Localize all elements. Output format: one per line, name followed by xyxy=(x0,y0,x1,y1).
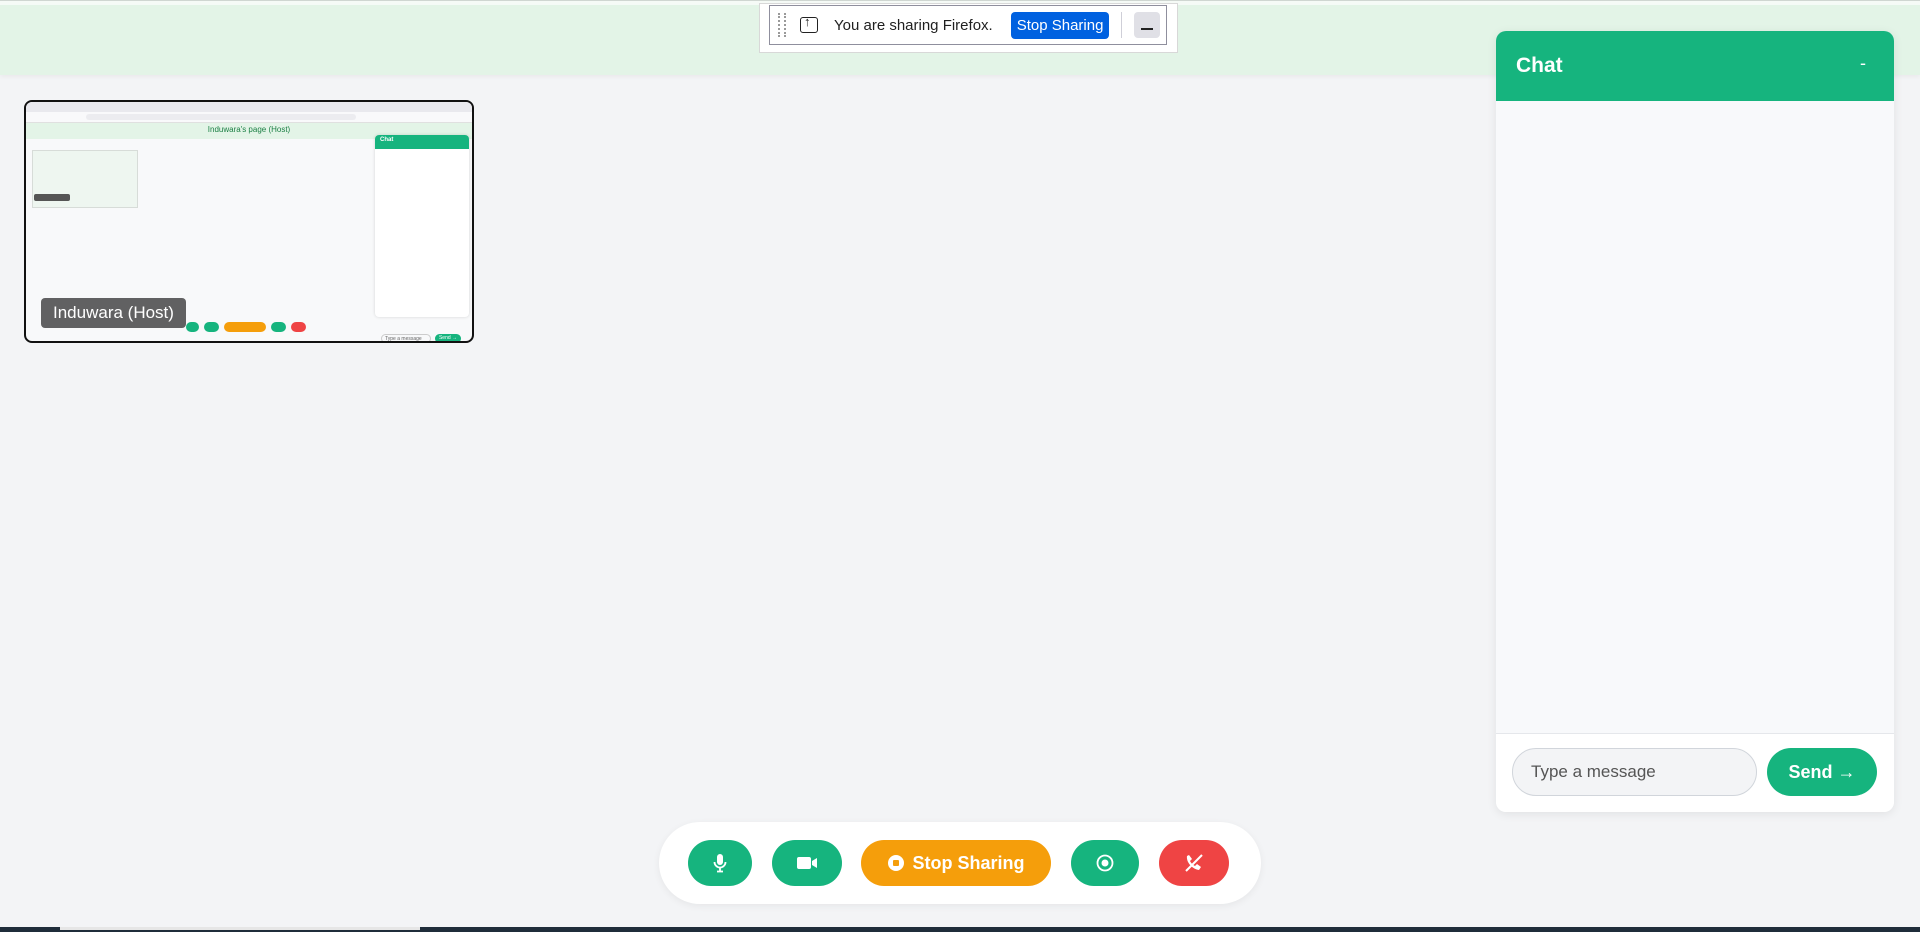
taskbar-active-item xyxy=(60,927,420,930)
shared-screen-end-button xyxy=(291,322,306,332)
end-call-button[interactable] xyxy=(1159,840,1229,886)
chat-header: Chat - xyxy=(1496,31,1894,101)
chat-title: Chat xyxy=(1516,54,1563,77)
record-button[interactable] xyxy=(1071,840,1139,886)
shared-screen-record-button xyxy=(271,322,286,332)
sharing-indicator: You are sharing Firefox. Stop Sharing xyxy=(760,4,1177,52)
stop-icon xyxy=(887,855,904,871)
record-icon xyxy=(1096,854,1114,872)
chat-send-button[interactable]: Send → xyxy=(1767,748,1877,796)
video-tile[interactable]: Induwara's page (Host) Chat Type a messa… xyxy=(24,100,474,343)
camera-button[interactable] xyxy=(772,840,842,886)
microphone-button[interactable] xyxy=(688,840,752,886)
participant-name-label: Induwara (Host) xyxy=(41,298,186,328)
shared-screen-chat-header: Chat xyxy=(375,135,469,149)
video-camera-icon xyxy=(797,857,817,869)
microphone-icon xyxy=(713,854,727,873)
indicator-stop-sharing-button[interactable]: Stop Sharing xyxy=(1010,11,1110,39)
shared-screen-nested-label xyxy=(34,194,70,201)
shared-screen-chat-title: Chat xyxy=(380,137,394,143)
minimize-indicator-button[interactable] xyxy=(1134,12,1161,38)
stop-sharing-label: Stop Sharing xyxy=(912,852,1025,873)
sharing-indicator-bar: You are sharing Firefox. Stop Sharing xyxy=(769,5,1167,45)
chat-footer: Send → xyxy=(1496,733,1894,812)
chat-message-input[interactable] xyxy=(1512,748,1757,796)
shared-screen-controls xyxy=(186,322,306,332)
chat-messages-area[interactable] xyxy=(1496,101,1894,733)
chat-minimize-button[interactable]: - xyxy=(1860,53,1866,74)
shared-screen-title: Induwara's page (Host) xyxy=(207,125,291,134)
stop-sharing-button[interactable]: Stop Sharing xyxy=(861,840,1051,886)
screen-share-icon xyxy=(800,14,818,33)
call-control-bar: Stop Sharing xyxy=(659,822,1261,904)
shared-screen-share-button xyxy=(224,322,266,332)
shared-screen-send-button: Send → xyxy=(435,334,461,341)
end-call-icon xyxy=(1185,854,1203,872)
shared-screen-camera-button xyxy=(204,322,219,332)
divider xyxy=(1121,12,1123,38)
chat-panel: Chat - Send → xyxy=(1496,31,1894,812)
shared-screen-urlbar xyxy=(86,114,356,120)
shared-screen-chat-input: Type a message xyxy=(381,334,431,341)
sharing-status-text: You are sharing Firefox. xyxy=(834,16,993,34)
shared-screen-mic-button xyxy=(186,322,199,332)
drag-handle-icon[interactable] xyxy=(778,13,786,37)
shared-screen-chat: Chat Type a message Send → xyxy=(375,135,469,341)
